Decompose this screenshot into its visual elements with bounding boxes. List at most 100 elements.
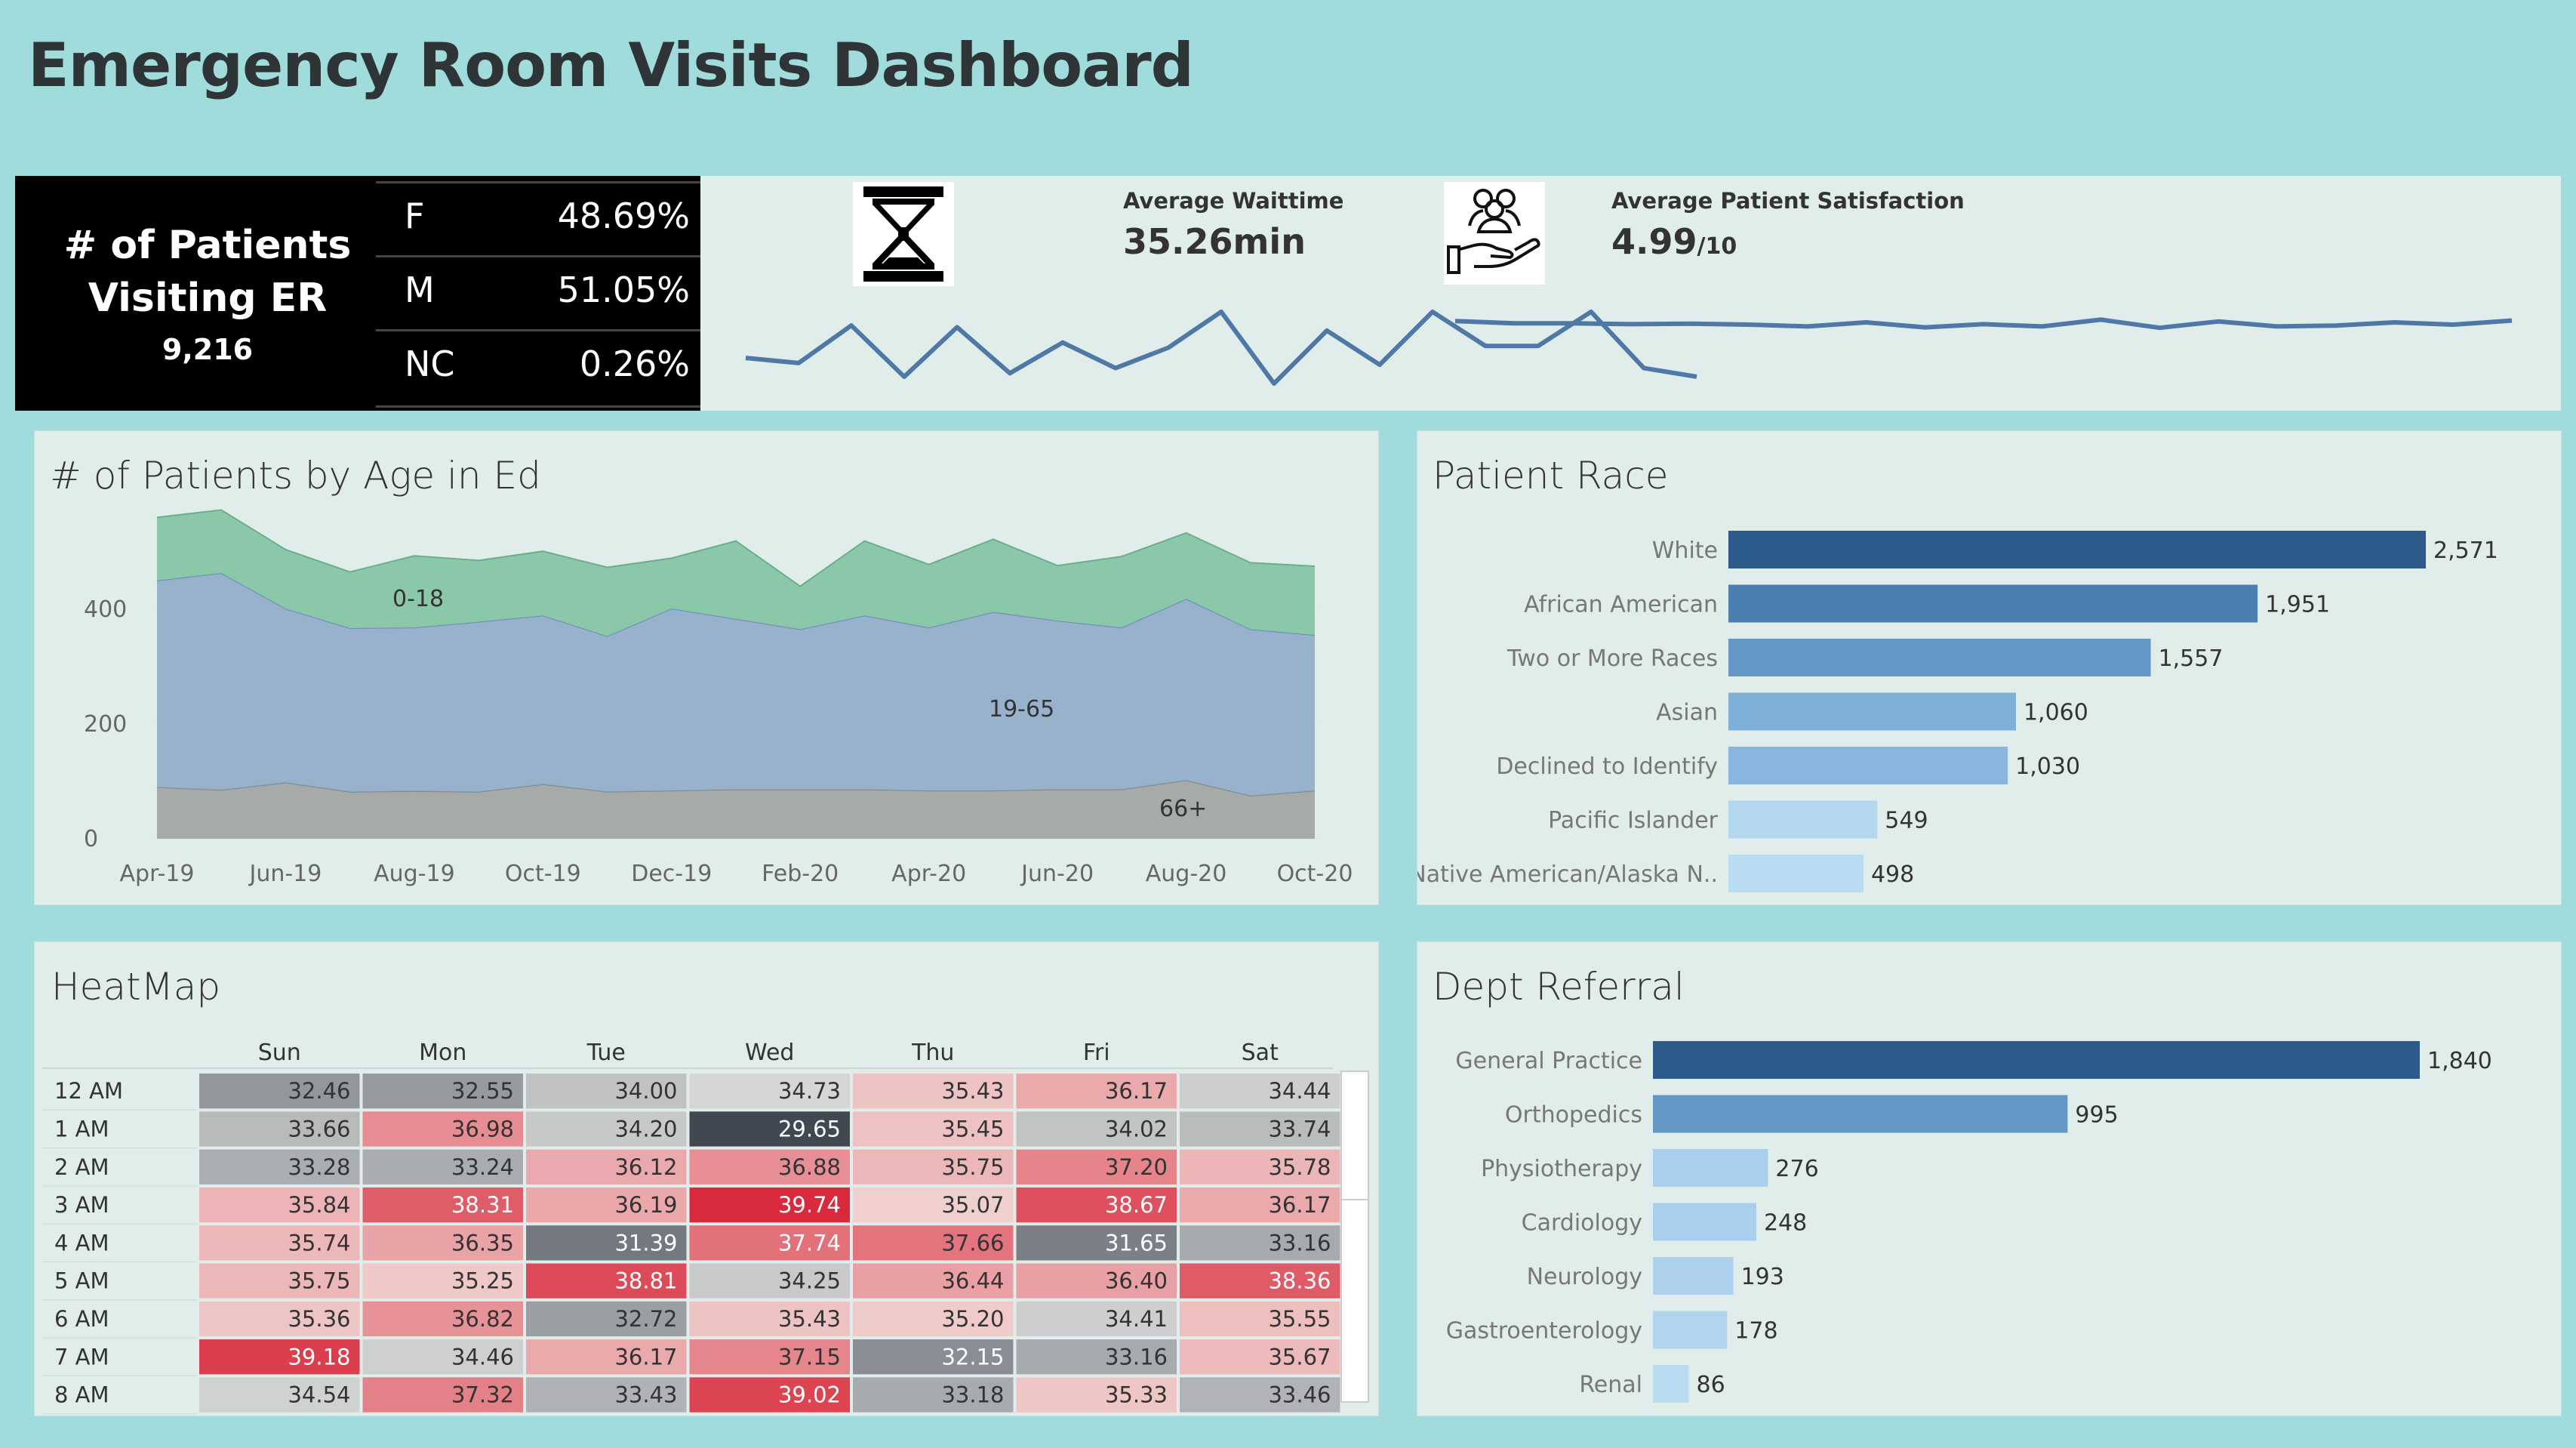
heatmap-cell-value: 32.15	[941, 1344, 1004, 1369]
gender-value: 51.05%	[557, 270, 690, 310]
bar-category-label: Neurology	[1527, 1264, 1642, 1290]
bar-category-label: Cardiology	[1522, 1210, 1642, 1237]
heatmap-panel: HeatMap Sun Mon Tue Wed Thu Fri Sat 12 AM 32.46 3…	[34, 941, 1379, 1416]
bar-value-label: 1,557	[2159, 645, 2224, 672]
bar-value-label: 498	[1871, 861, 1914, 888]
heatmap-column-header: Thu	[911, 1040, 954, 1066]
heatmap-column-header: Tue	[586, 1040, 626, 1066]
bar-category-label: Declined to Identify	[1496, 753, 1718, 780]
bar-value-label: 549	[1885, 808, 1928, 834]
series-label: 19-65	[989, 696, 1054, 722]
bar[interactable]	[1728, 800, 1878, 839]
heatmap-cell-value: 36.40	[1105, 1268, 1168, 1294]
gender-row-m[interactable]: M 51.05%	[376, 255, 703, 331]
heatmap-cell-value: 39.02	[778, 1382, 841, 1408]
bar[interactable]	[1653, 1257, 1734, 1295]
bar-value-label: 1,030	[2015, 753, 2080, 780]
heatmap-cell-value: 32.72	[614, 1306, 677, 1332]
bar[interactable]	[1728, 692, 2016, 731]
bar[interactable]	[1728, 531, 2426, 568]
bar-category-label: Two or More Races	[1507, 645, 1718, 672]
x-tick-label: Oct-19	[505, 861, 581, 887]
heatmap-cell-value: 35.67	[1268, 1344, 1331, 1369]
heatmap-cell-value: 32.55	[451, 1078, 514, 1104]
satisfaction-label: Average Patient Satisfaction	[1611, 188, 1965, 214]
gender-key: NC	[405, 344, 455, 384]
kpi-strip: Average Waittime 35.26min Average Patien…	[700, 176, 2561, 411]
x-tick-label: Oct-20	[1277, 861, 1353, 887]
heatmap-row-label: 12 AM	[54, 1078, 123, 1104]
bar[interactable]	[1653, 1365, 1689, 1403]
heatmap-cell-value: 33.18	[941, 1382, 1004, 1408]
bar[interactable]	[1653, 1041, 2420, 1079]
satisfaction-value-group: 4.99/10	[1611, 221, 1737, 262]
heatmap-cell-value: 35.75	[288, 1268, 350, 1294]
heatmap-cell-value: 31.65	[1105, 1230, 1168, 1255]
age-area-chart[interactable]: 0 200 400 66+ 19-65 0-18 Apr-19 Jun-19 Aug-19 Oct…	[35, 431, 1378, 904]
heatmap-cell-value: 35.43	[941, 1078, 1004, 1104]
satisfaction-value: 4.99	[1611, 221, 1697, 262]
heatmap-cell-value: 31.39	[614, 1230, 677, 1255]
bar[interactable]	[1653, 1311, 1728, 1349]
bar[interactable]	[1653, 1095, 2068, 1133]
heatmap-cell-value: 37.15	[778, 1344, 841, 1369]
heatmap-cell-value: 35.33	[1105, 1382, 1168, 1408]
patients-label-line1: # of Patients	[63, 223, 352, 268]
gender-row-nc[interactable]: NC 0.26%	[376, 329, 703, 408]
heatmap-cell-value: 35.75	[941, 1154, 1004, 1180]
heatmap-cell-value: 34.41	[1105, 1306, 1168, 1332]
x-tick-label: Apr-20	[891, 861, 966, 887]
bar[interactable]	[1728, 639, 2151, 676]
heatmap-cell-value: 36.12	[614, 1154, 677, 1180]
heatmap-table[interactable]: Sun Mon Tue Wed Thu Fri Sat 12 AM 32.46 32.55 34.0…	[35, 942, 1378, 1416]
gender-row-f[interactable]: F 48.69%	[376, 181, 703, 257]
bar-value-label: 248	[1764, 1210, 1807, 1237]
heatmap-cell-value: 33.43	[614, 1382, 677, 1408]
satisfaction-suffix: /10	[1697, 233, 1737, 260]
bar[interactable]	[1728, 855, 1864, 892]
heatmap-cell-value: 38.31	[451, 1192, 514, 1218]
heatmap-cell-value: 38.36	[1268, 1268, 1331, 1294]
bar[interactable]	[1728, 747, 2008, 784]
patients-kpi-panel: # of Patients Visiting ER 9,216 F 48.69%…	[15, 176, 703, 411]
heatmap-cell-value: 34.20	[614, 1116, 677, 1141]
heatmap-cell-value: 34.73	[778, 1078, 841, 1104]
bar-value-label: 86	[1696, 1372, 1725, 1398]
area-0-18[interactable]	[157, 510, 1315, 636]
x-tick-label: Jun-19	[248, 861, 322, 887]
heatmap-cell-value: 37.66	[941, 1230, 1004, 1255]
heatmap-cell-value: 35.20	[941, 1306, 1004, 1332]
heatmap-cell-value: 37.32	[451, 1382, 514, 1408]
heatmap-row-label: 4 AM	[54, 1230, 109, 1255]
bar-category-label: Native American/Alaska N..	[1417, 861, 1718, 888]
bar-category-label: White	[1652, 538, 1718, 564]
heatmap-row-label: 7 AM	[54, 1344, 109, 1369]
series-label: 66+	[1159, 796, 1207, 822]
scrollbar-thumb[interactable]	[1342, 1072, 1368, 1200]
heatmap-cell-value: 33.28	[288, 1154, 350, 1180]
heatmap-cell-value: 35.07	[941, 1192, 1004, 1218]
bar[interactable]	[1653, 1149, 1768, 1187]
bar-value-label: 1,060	[2024, 700, 2088, 726]
heatmap-row-label: 1 AM	[54, 1116, 109, 1141]
race-bar-chart[interactable]: White 2,571 African American 1,951 Two or Mo…	[1417, 431, 2561, 904]
x-tick-label: Apr-19	[120, 861, 195, 887]
heatmap-cell-value: 35.84	[288, 1192, 350, 1218]
x-tick-label: Aug-20	[1146, 861, 1227, 887]
bar-category-label: Pacific Islander	[1548, 808, 1719, 834]
bar[interactable]	[1728, 584, 2258, 623]
heatmap-cell-value: 35.43	[778, 1306, 841, 1332]
patients-total: 9,216	[162, 333, 254, 366]
heatmap-cell-value: 36.19	[614, 1192, 677, 1218]
waittime-label: Average Waittime	[1123, 188, 1344, 214]
heatmap-scrollbar[interactable]	[1340, 1071, 1369, 1403]
dept-bar-chart[interactable]: General Practice 1,840 Orthopedics 995 Physi…	[1417, 942, 2561, 1416]
heatmap-column-header: Sun	[258, 1040, 301, 1066]
bar-value-label: 995	[2075, 1102, 2118, 1129]
bar[interactable]	[1653, 1203, 1756, 1241]
heatmap-cell-value: 36.44	[941, 1268, 1004, 1294]
race-chart-panel: Patient Race White 2,571 African American 1…	[1417, 430, 2562, 905]
bar-value-label: 1,951	[2265, 592, 2330, 618]
heatmap-cell-value: 32.46	[288, 1078, 350, 1104]
heatmap-column-header: Wed	[745, 1040, 794, 1066]
